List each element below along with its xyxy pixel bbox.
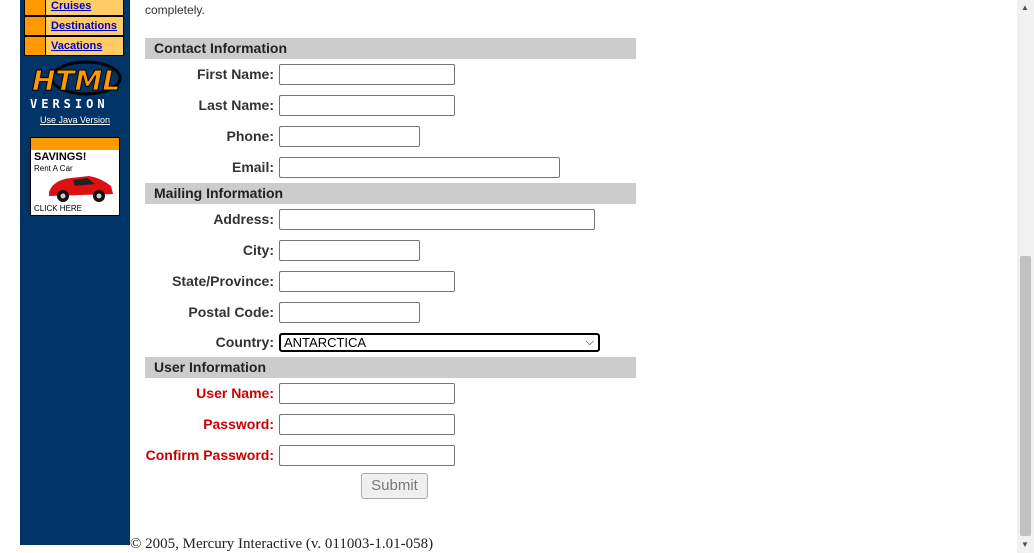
copyright-footer: © 2005, Mercury Interactive (v. 011003-1… (130, 536, 434, 552)
confirm-password-label: Confirm Password: (145, 447, 274, 463)
state-input[interactable] (279, 271, 455, 292)
intro-text: completely. (145, 3, 205, 17)
nav-item-vacations: Vacations (24, 36, 124, 56)
state-label: State/Province: (172, 273, 274, 289)
ad-headline: SAVINGS! (34, 151, 87, 163)
scroll-up-arrow-icon[interactable]: ▲ (1021, 3, 1029, 12)
password-input[interactable] (279, 414, 455, 435)
postal-code-input[interactable] (279, 302, 420, 323)
user-name-input[interactable] (279, 383, 455, 404)
ad-stripe (31, 138, 119, 150)
use-java-version-link[interactable]: Use Java Version (20, 115, 130, 125)
first-name-input[interactable] (279, 64, 455, 85)
user-name-label: User Name: (196, 385, 274, 401)
address-input[interactable] (279, 209, 595, 230)
nav-marker (25, 37, 46, 55)
email-input[interactable] (279, 157, 560, 178)
car-icon (49, 176, 113, 202)
country-select[interactable]: ANTARCTICA ⌵ (279, 333, 600, 352)
ad-cta: CLICK HERE (34, 204, 83, 213)
first-name-label: First Name: (196, 66, 274, 82)
html-version-logo: HTML VERSION (30, 60, 122, 111)
nav-marker (25, 0, 46, 15)
nav-menu: Cruises Destinations Vacations (24, 0, 124, 56)
chevron-down-icon: ⌵ (585, 336, 594, 348)
postal-code-label: Postal Code: (188, 304, 274, 320)
email-label: Email: (231, 159, 274, 175)
vertical-scrollbar[interactable]: ▲ ▼ (1017, 0, 1034, 553)
city-label: City: (242, 242, 274, 258)
logo-version-text: VERSION (30, 97, 109, 111)
last-name-label: Last Name: (198, 97, 274, 113)
nav-marker (25, 17, 46, 35)
submit-button[interactable]: Submit (361, 473, 428, 499)
left-sidebar: Cruises Destinations Vacations HTML VERS… (20, 0, 130, 545)
password-label: Password: (203, 416, 274, 432)
section-contact-information: Contact Information (145, 38, 636, 59)
phone-input[interactable] (279, 126, 420, 147)
section-mailing-information: Mailing Information (145, 183, 636, 204)
confirm-password-input[interactable] (279, 445, 455, 466)
scroll-down-arrow-icon[interactable]: ▼ (1021, 540, 1029, 549)
address-label: Address: (213, 211, 274, 227)
last-name-input[interactable] (279, 95, 455, 116)
scrollbar-thumb[interactable] (1020, 256, 1031, 536)
cruises-link[interactable]: Cruises (51, 0, 91, 12)
city-input[interactable] (279, 240, 420, 261)
nav-item-destinations: Destinations (24, 16, 124, 36)
rent-a-car-ad[interactable]: SAVINGS! Rent A Car CLICK HERE (30, 137, 120, 216)
section-user-information: User Information (145, 357, 636, 378)
destinations-link[interactable]: Destinations (51, 20, 117, 32)
logo-html-text: HTML (32, 64, 120, 97)
country-label: Country: (215, 334, 274, 350)
vacations-link[interactable]: Vacations (51, 40, 102, 52)
country-selected-value: ANTARCTICA (284, 335, 367, 350)
phone-label: Phone: (226, 128, 274, 144)
nav-item-cruises: Cruises (24, 0, 124, 16)
